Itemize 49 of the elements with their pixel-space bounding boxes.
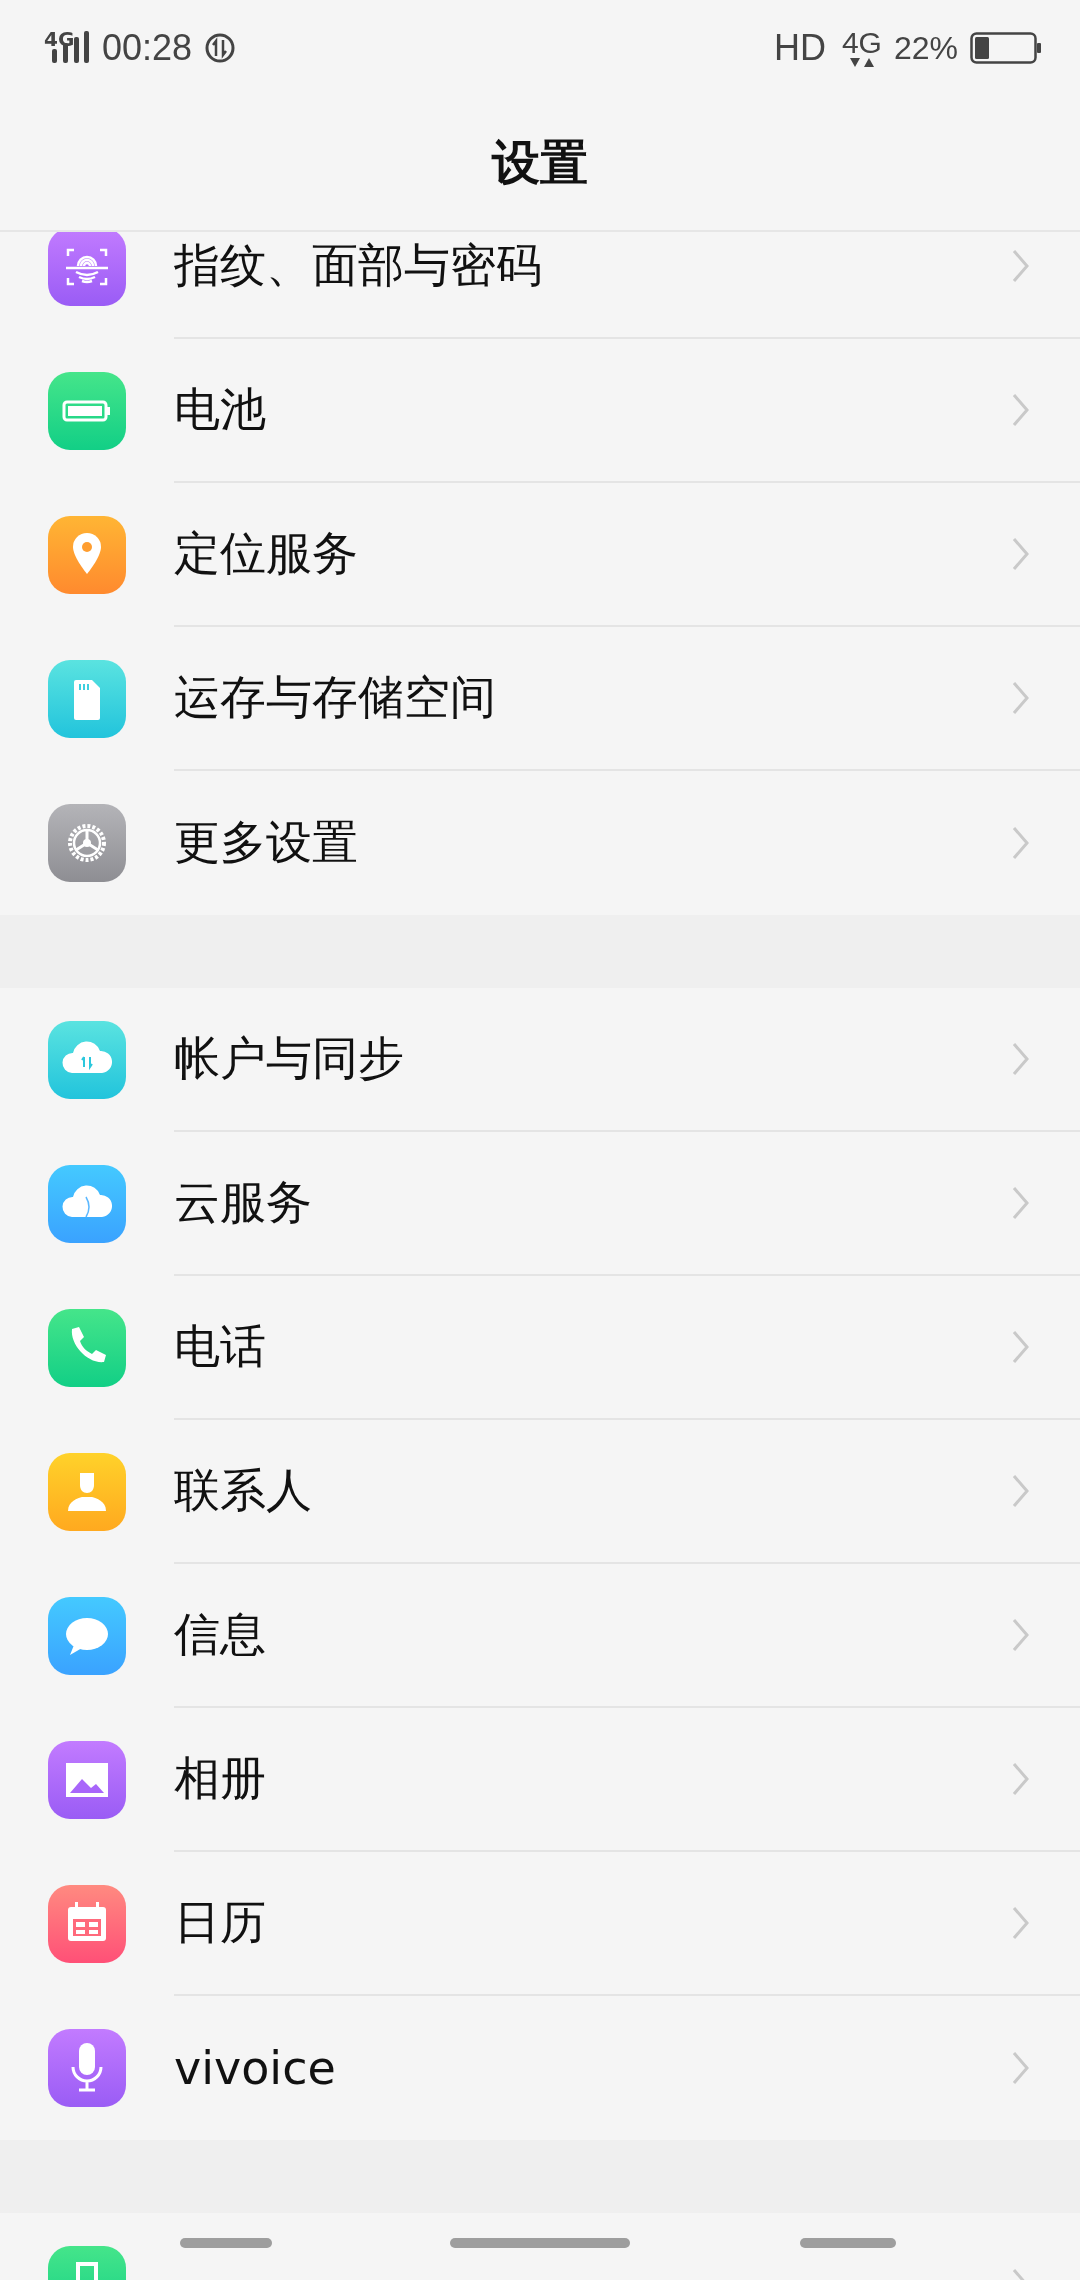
cloud-sync-icon bbox=[48, 1021, 126, 1099]
settings-label: 日历 bbox=[174, 1894, 266, 1951]
settings-label: 联系人 bbox=[174, 1462, 312, 1519]
location-pin-icon bbox=[48, 516, 126, 594]
sd-card-icon bbox=[48, 660, 126, 738]
battery-icon bbox=[970, 32, 1042, 64]
settings-label: 更多设置 bbox=[174, 814, 358, 871]
settings-label: 帐户与同步 bbox=[174, 1030, 404, 1087]
settings-label: 电池 bbox=[174, 381, 266, 438]
clock-time: 00:28 bbox=[102, 27, 193, 69]
settings-label: 相册 bbox=[174, 1750, 266, 1807]
hd-indicator: HD bbox=[773, 27, 826, 69]
settings-label: vivoice bbox=[174, 2041, 336, 2095]
chevron-icon bbox=[1012, 1906, 1030, 1940]
chevron-icon bbox=[1012, 537, 1030, 571]
phone-icon bbox=[48, 1309, 126, 1387]
settings-label: 云服务 bbox=[174, 1174, 312, 1231]
chat-bubble-icon bbox=[48, 1597, 126, 1675]
page-title: 设置 bbox=[492, 133, 588, 192]
cloud-icon bbox=[48, 1165, 126, 1243]
chevron-icon bbox=[1012, 1618, 1030, 1652]
gear-icon bbox=[48, 804, 126, 882]
chevron-icon bbox=[1012, 249, 1030, 283]
battery-icon bbox=[48, 372, 126, 450]
chevron-icon bbox=[1012, 2051, 1030, 2085]
recents-button[interactable] bbox=[800, 2238, 896, 2248]
picture-icon bbox=[48, 1741, 126, 1819]
data-sync-icon bbox=[204, 32, 237, 64]
chevron-icon bbox=[1012, 681, 1030, 715]
chevron-icon bbox=[1012, 1330, 1030, 1364]
settings-label: 指纹、面部与密码 bbox=[174, 237, 542, 294]
chevron-icon bbox=[1012, 826, 1030, 860]
person-icon bbox=[48, 1453, 126, 1531]
settings-label: 信息 bbox=[174, 1606, 266, 1663]
chevron-icon bbox=[1012, 1474, 1030, 1508]
chevron-icon bbox=[1012, 1186, 1030, 1220]
back-button[interactable] bbox=[180, 2238, 272, 2248]
settings-label: 电话 bbox=[174, 1318, 266, 1375]
home-button[interactable] bbox=[450, 2238, 630, 2248]
settings-label: 定位服务 bbox=[174, 525, 358, 582]
calendar-icon bbox=[48, 1885, 126, 1963]
chevron-icon bbox=[1012, 1762, 1030, 1796]
mobile-data-indicator: 4G bbox=[841, 28, 882, 68]
settings-label: 运存与存储空间 bbox=[174, 669, 496, 726]
microphone-icon bbox=[48, 2029, 126, 2107]
chevron-icon bbox=[1012, 1042, 1030, 1076]
battery-percentage: 22% bbox=[893, 29, 958, 67]
fingerprint-icon bbox=[48, 232, 126, 306]
chevron-icon bbox=[1012, 393, 1030, 427]
